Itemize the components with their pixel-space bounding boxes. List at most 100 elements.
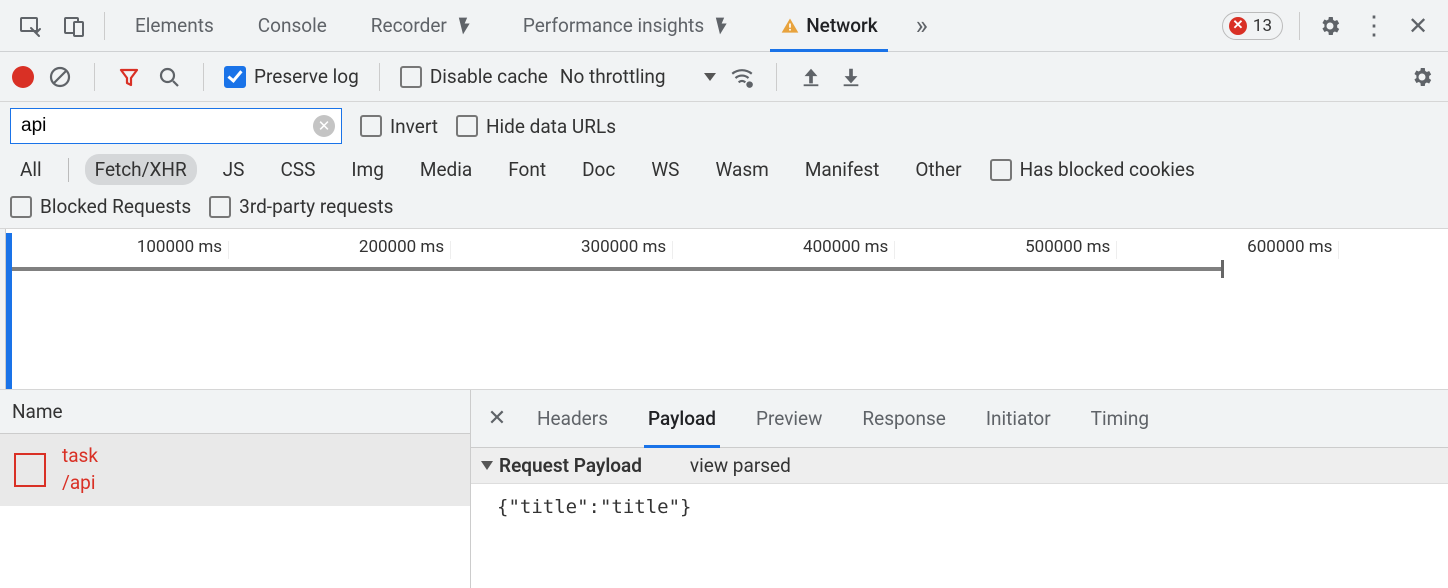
preserve-log-option[interactable]: Preserve log (224, 65, 359, 88)
type-wasm[interactable]: Wasm (705, 154, 778, 185)
warning-icon (780, 16, 800, 36)
panel-settings-icon[interactable] (1408, 63, 1436, 91)
throttling-value: No throttling (560, 65, 666, 88)
preserve-log-checkbox[interactable] (224, 66, 246, 88)
more-tabs-icon[interactable]: » (900, 4, 944, 48)
timeline-tick: 300000 ms (581, 237, 672, 257)
tab-elements[interactable]: Elements (113, 0, 236, 51)
close-detail-icon[interactable]: ✕ (477, 406, 517, 431)
tab-label: Recorder (371, 14, 447, 37)
clear-icon[interactable] (46, 63, 74, 91)
has-blocked-cookies-option[interactable]: Has blocked cookies (990, 158, 1195, 181)
network-grid: Name task /api ✕ Headers Payload Preview… (0, 390, 1448, 588)
payload-body: {"title":"title"} (471, 484, 1448, 530)
hide-data-urls-label: Hide data URLs (486, 115, 616, 138)
type-all[interactable]: All (10, 154, 52, 185)
view-parsed-link[interactable]: view parsed (690, 454, 791, 477)
detail-tab-payload[interactable]: Payload (628, 390, 736, 447)
request-row[interactable]: task /api (0, 434, 470, 506)
download-har-icon[interactable] (837, 63, 865, 91)
timeline-tick: 100000 ms (137, 237, 228, 257)
close-icon[interactable]: ✕ (1396, 4, 1440, 48)
tab-recorder[interactable]: Recorder (349, 0, 501, 51)
network-conditions-icon[interactable] (728, 63, 756, 91)
filter-icon[interactable] (115, 63, 143, 91)
search-icon[interactable] (155, 63, 183, 91)
column-name[interactable]: Name (0, 390, 470, 434)
separator (776, 63, 777, 91)
timeline-tick: 400000 ms (803, 237, 894, 257)
separator (1299, 12, 1300, 40)
detail-tab-preview[interactable]: Preview (736, 390, 842, 447)
third-party-checkbox[interactable] (209, 196, 231, 218)
type-css[interactable]: CSS (270, 154, 325, 185)
device-toggle-icon[interactable] (52, 4, 96, 48)
settings-icon[interactable] (1308, 4, 1352, 48)
third-party-label: 3rd-party requests (239, 195, 393, 218)
disable-cache-checkbox[interactable] (400, 66, 422, 88)
timeline-tick: 200000 ms (359, 237, 450, 257)
kebab-menu-icon[interactable]: ⋮ (1352, 4, 1396, 48)
has-blocked-cookies-checkbox[interactable] (990, 159, 1012, 181)
detail-tab-headers[interactable]: Headers (517, 390, 628, 447)
type-manifest[interactable]: Manifest (795, 154, 890, 185)
record-button[interactable] (12, 66, 34, 88)
throttling-select[interactable]: No throttling (560, 65, 716, 88)
type-fetch-xhr[interactable]: Fetch/XHR (85, 154, 197, 185)
filter-input[interactable] (21, 115, 313, 137)
type-doc[interactable]: Doc (572, 154, 625, 185)
tab-label: Network (806, 14, 878, 37)
detail-tabs: ✕ Headers Payload Preview Response Initi… (471, 390, 1448, 448)
timeline-selection[interactable] (6, 233, 12, 389)
tab-performance-insights[interactable]: Performance insights (501, 0, 758, 51)
payload-section-header[interactable]: Request Payload view parsed (471, 448, 1448, 484)
type-img[interactable]: Img (341, 154, 394, 185)
requests-pane: Name task /api (0, 390, 471, 588)
filter-input-wrap[interactable]: ✕ (10, 108, 342, 144)
network-filters: ✕ Invert Hide data URLs All Fetch/XHR JS… (0, 102, 1448, 229)
separator (68, 158, 69, 182)
type-ws[interactable]: WS (641, 154, 689, 185)
error-dot-icon: ✕ (1229, 17, 1247, 35)
separator (94, 63, 95, 91)
type-js[interactable]: JS (213, 154, 255, 185)
tab-network[interactable]: Network (758, 0, 900, 51)
payload-section-title: Request Payload (481, 454, 642, 477)
preserve-log-label: Preserve log (254, 65, 359, 88)
blocked-requests-label: Blocked Requests (40, 195, 191, 218)
disable-cache-option[interactable]: Disable cache (400, 65, 548, 88)
upload-har-icon[interactable] (797, 63, 825, 91)
clear-filter-icon[interactable]: ✕ (313, 115, 335, 137)
request-name: task (62, 443, 98, 470)
invert-option[interactable]: Invert (360, 115, 438, 138)
inspect-icon[interactable] (8, 4, 52, 48)
blocked-requests-checkbox[interactable] (10, 196, 32, 218)
invert-label: Invert (390, 115, 438, 138)
hide-data-urls-option[interactable]: Hide data URLs (456, 115, 616, 138)
timeline-tick: 500000 ms (1025, 237, 1116, 257)
blocked-requests-option[interactable]: Blocked Requests (10, 195, 191, 218)
hide-data-urls-checkbox[interactable] (456, 115, 478, 137)
invert-checkbox[interactable] (360, 115, 382, 137)
separator (203, 63, 204, 91)
has-blocked-cookies-label: Has blocked cookies (1020, 158, 1195, 181)
third-party-option[interactable]: 3rd-party requests (209, 195, 393, 218)
tab-label: Performance insights (523, 14, 704, 37)
type-filters: All Fetch/XHR JS CSS Img Media Font Doc … (10, 154, 972, 185)
error-badge[interactable]: ✕ 13 (1222, 12, 1283, 40)
type-media[interactable]: Media (410, 154, 482, 185)
timeline-tick: 600000 ms (1247, 237, 1338, 257)
type-font[interactable]: Font (498, 154, 556, 185)
timeline-chart[interactable]: 100000 ms 200000 ms 300000 ms 400000 ms … (6, 229, 1448, 389)
separator (379, 63, 380, 91)
disable-cache-label: Disable cache (430, 65, 548, 88)
detail-tab-timing[interactable]: Timing (1071, 390, 1169, 447)
type-other[interactable]: Other (905, 154, 971, 185)
detail-tab-initiator[interactable]: Initiator (966, 390, 1071, 447)
tab-console[interactable]: Console (236, 0, 349, 51)
error-count: 13 (1253, 16, 1272, 36)
detail-tab-response[interactable]: Response (842, 390, 965, 447)
request-path: /api (62, 470, 98, 497)
network-timeline[interactable]: 100000 ms 200000 ms 300000 ms 400000 ms … (0, 229, 1448, 390)
timeline-labels: 100000 ms 200000 ms 300000 ms 400000 ms … (6, 237, 1448, 259)
